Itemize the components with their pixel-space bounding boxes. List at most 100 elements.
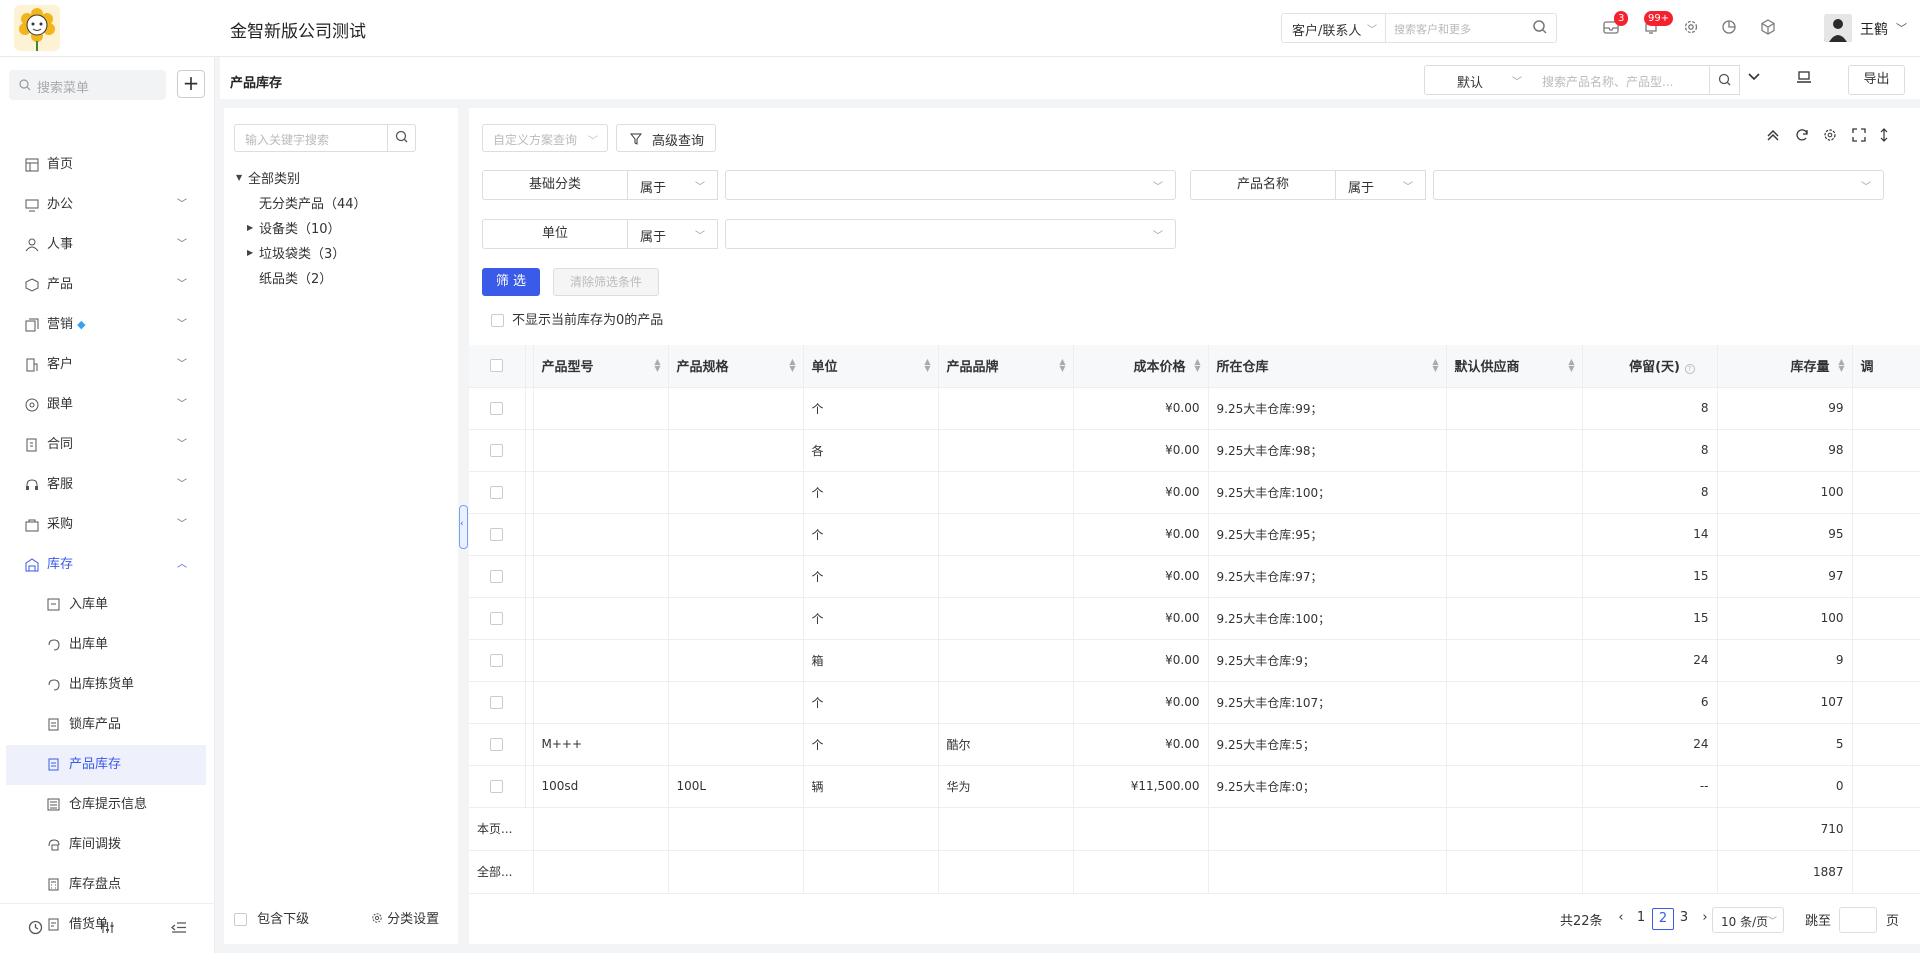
custom-scheme-select[interactable]: 自定义方案查询 ﹀ — [482, 124, 608, 152]
caret-right-icon[interactable]: ▶ — [247, 223, 253, 232]
jump-page-input[interactable] — [1839, 907, 1877, 933]
refresh-icon[interactable] — [1795, 128, 1809, 146]
sort-icon[interactable]: ▲ ▼ — [1838, 358, 1844, 373]
product-search-button[interactable] — [1709, 66, 1739, 94]
tree-node[interactable]: 纸品类（2） — [259, 268, 332, 287]
table-row[interactable]: 个 ¥0.00 9.25大丰仓库:97； 15 97 — [469, 555, 1920, 598]
select-all-checkbox[interactable] — [490, 359, 504, 373]
hide-zero-option[interactable]: 不显示当前库存为0的产品 — [491, 309, 663, 328]
sidebar-item-followup[interactable]: 跟单 ﹀ — [0, 385, 215, 425]
col-stay-days[interactable]: 停留(天) ? — [1582, 345, 1718, 388]
sidebar-item-inventory[interactable]: 库存 ︿ — [0, 545, 215, 585]
help-icon[interactable]: ? — [1684, 364, 1695, 375]
row-height-icon[interactable] — [1879, 128, 1889, 146]
collapse-up-icon[interactable] — [1766, 128, 1780, 146]
cube-icon[interactable] — [1759, 18, 1779, 38]
include-sub-checkbox[interactable] — [234, 913, 247, 926]
tree-node[interactable]: 垃圾袋类（3） — [259, 243, 345, 262]
table-row[interactable]: M+++ 个酷尔 ¥0.00 9.25大丰仓库:5； 24 5 — [469, 723, 1920, 766]
table-row[interactable]: 个 ¥0.00 9.25大丰仓库:100； 8 100 — [469, 471, 1920, 514]
sidebar-sub-picking[interactable]: 出库拣货单 — [0, 665, 215, 705]
gear-icon[interactable] — [1682, 18, 1702, 38]
sidebar-item-service[interactable]: 客服 ﹀ — [0, 465, 215, 505]
filter-value-select[interactable]: ﹀ — [725, 219, 1176, 249]
filter-operator-select[interactable]: 属于 ﹀ — [627, 219, 718, 249]
sidebar-sub-transfer[interactable]: 库间调拨 — [0, 825, 215, 865]
sidebar-sub-inbound[interactable]: 入库单 — [0, 585, 215, 625]
collapse-tree-handle[interactable]: ‹ — [459, 505, 468, 549]
sort-icon[interactable]: ▲ ▼ — [1568, 358, 1574, 373]
col-model[interactable]: 产品型号 ▲ ▼ — [533, 345, 669, 388]
page-2[interactable]: 2 — [1652, 908, 1674, 930]
tree-search-button[interactable] — [387, 124, 415, 152]
table-row[interactable]: 各 ¥0.00 9.25大丰仓库:98； 8 98 — [469, 429, 1920, 472]
col-quantity[interactable]: 库存量 ▲ ▼ — [1717, 345, 1853, 388]
row-checkbox[interactable] — [490, 402, 504, 415]
table-row[interactable]: 个 ¥0.00 9.25大丰仓库:99； 8 99 — [469, 387, 1920, 430]
menu-search-input[interactable]: 搜索菜单 — [9, 70, 166, 100]
sort-icon[interactable]: ▲ ▼ — [1432, 358, 1438, 373]
col-brand[interactable]: 产品品牌 ▲ ▼ — [938, 345, 1074, 388]
sort-icon[interactable]: ▲ ▼ — [654, 358, 660, 373]
sidebar-item-customer[interactable]: 客户 ﹀ — [0, 345, 215, 385]
table-row[interactable]: 个 ¥0.00 9.25大丰仓库:107； 6 107 — [469, 681, 1920, 724]
history-icon[interactable] — [28, 920, 43, 939]
export-button[interactable]: 导出 — [1848, 65, 1905, 95]
sidebar-item-home[interactable]: 首页 — [0, 145, 215, 185]
category-settings[interactable]: 分类设置 — [371, 908, 439, 927]
caret-down-icon[interactable]: ▼ — [236, 173, 242, 182]
search-type-select[interactable]: 客户/联系人 ﹀ — [1282, 14, 1386, 42]
table-row[interactable]: 100sd 100L 辆华为 ¥11,500.00 9.25大丰仓库:0； -- 0 — [469, 765, 1920, 808]
filter-value-select[interactable]: ﹀ — [1433, 170, 1884, 200]
page-1[interactable]: 1 — [1630, 908, 1652, 930]
laptop-icon[interactable] — [1796, 70, 1812, 88]
col-supplier[interactable]: 默认供应商 ▲ ▼ — [1446, 345, 1583, 388]
sort-icon[interactable]: ▲ ▼ — [789, 358, 795, 373]
row-checkbox[interactable] — [490, 738, 504, 751]
expand-search-icon[interactable] — [1747, 70, 1761, 87]
row-checkbox[interactable] — [490, 696, 504, 709]
sidebar-item-product[interactable]: 产品 ﹀ — [0, 265, 215, 305]
filter-value-select[interactable]: ﹀ — [725, 170, 1176, 200]
app-logo[interactable] — [14, 5, 60, 51]
col-warehouse[interactable]: 所在仓库 ▲ ▼ — [1208, 345, 1447, 388]
filter-operator-select[interactable]: 属于 ﹀ — [1335, 170, 1426, 200]
add-menu-button[interactable]: + — [177, 70, 205, 98]
tree-node[interactable]: 无分类产品（44） — [259, 193, 367, 212]
search-icon[interactable] — [1532, 19, 1548, 39]
tree-root[interactable]: 全部类别 — [248, 168, 300, 187]
advanced-query-button[interactable]: 高级查询 — [616, 124, 716, 152]
prev-page-icon[interactable]: ‹ — [1610, 908, 1632, 930]
sidebar-sub-count[interactable]: 库存盘点 — [0, 865, 215, 905]
col-more[interactable]: 调 — [1852, 345, 1920, 388]
tree-node[interactable]: 设备类（10） — [259, 218, 341, 237]
hide-zero-checkbox[interactable] — [491, 314, 504, 327]
user-name[interactable]: 王鹤 — [1860, 19, 1888, 39]
sort-icon[interactable]: ▲ ▼ — [924, 358, 930, 373]
pie-chart-icon[interactable] — [1720, 18, 1740, 38]
fullscreen-icon[interactable] — [1852, 128, 1866, 146]
sort-icon[interactable]: ▲ ▼ — [1194, 358, 1200, 373]
chevron-down-icon[interactable]: ﹀ — [1896, 20, 1907, 36]
sidebar-item-office[interactable]: 办公 ﹀ — [0, 185, 215, 225]
row-checkbox[interactable] — [490, 612, 504, 625]
clear-filter-button[interactable]: 清除筛选条件 — [553, 268, 659, 296]
avatar[interactable] — [1824, 14, 1852, 42]
sidebar-sub-warning[interactable]: 仓库提示信息 — [0, 785, 215, 825]
global-search[interactable]: 客户/联系人 ﹀ 搜索客户和更多 — [1281, 13, 1557, 43]
sidebar-sub-stock[interactable]: 产品库存 — [6, 745, 206, 785]
filter-button[interactable]: 筛 选 — [482, 268, 540, 296]
sliders-icon[interactable] — [100, 920, 115, 939]
page-size-select[interactable]: 10 条/页 ﹀ — [1712, 907, 1784, 933]
view-select[interactable]: 默认 ﹀ — [1424, 65, 1533, 95]
row-checkbox[interactable] — [490, 486, 504, 499]
table-row[interactable]: 箱 ¥0.00 9.25大丰仓库:9； 24 9 — [469, 639, 1920, 682]
row-checkbox[interactable] — [490, 570, 504, 583]
collapse-menu-icon[interactable] — [170, 920, 187, 939]
col-unit[interactable]: 单位 ▲ ▼ — [803, 345, 939, 388]
gear-icon[interactable] — [1823, 128, 1837, 146]
sidebar-item-purchase[interactable]: 采购 ﹀ — [0, 505, 215, 545]
global-search-input[interactable]: 搜索客户和更多 — [1394, 21, 1471, 37]
col-spec[interactable]: 产品规格 ▲ ▼ — [668, 345, 804, 388]
sidebar-item-marketing[interactable]: 营销 ◆ ﹀ — [0, 305, 215, 345]
